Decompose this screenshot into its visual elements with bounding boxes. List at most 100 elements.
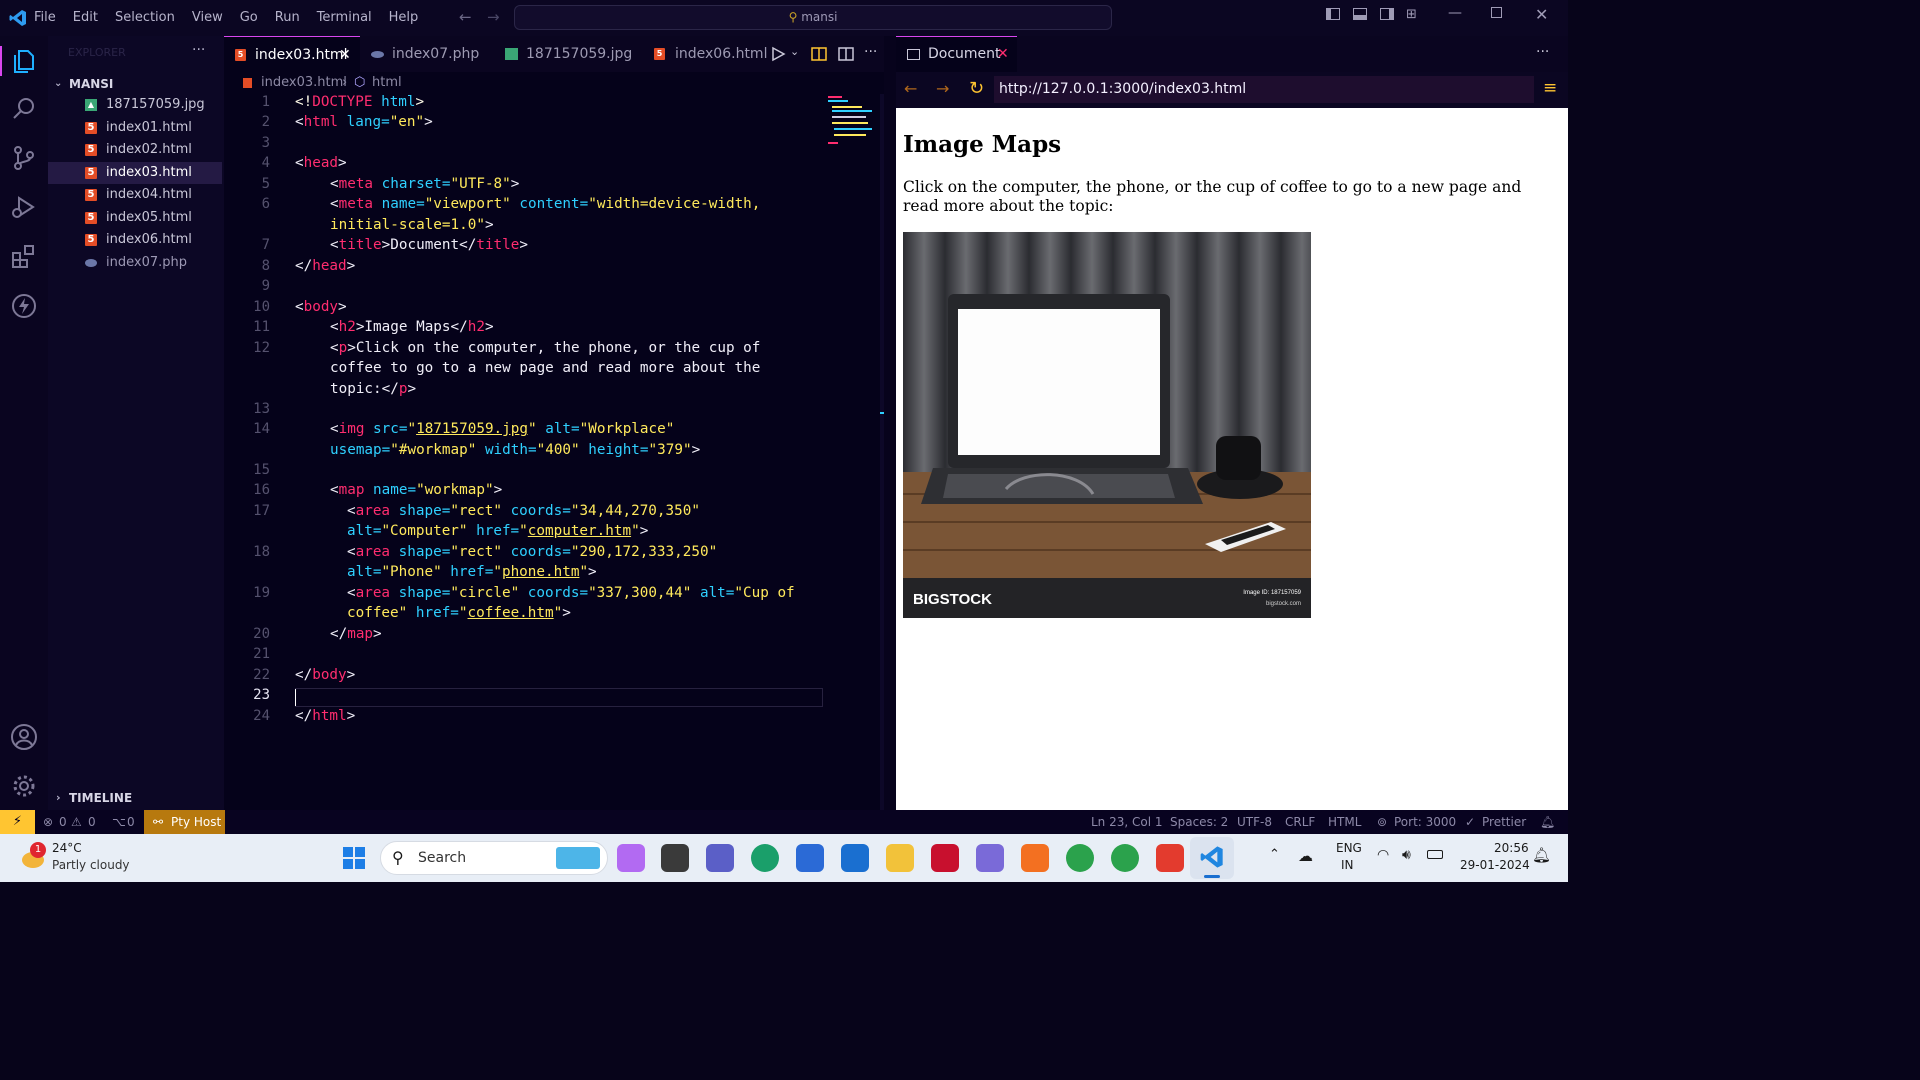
account-icon[interactable] bbox=[10, 723, 38, 751]
explorer-icon[interactable] bbox=[10, 47, 38, 75]
url-bar[interactable]: http://127.0.0.1:3000/index03.html bbox=[994, 76, 1534, 103]
customize-layout-icon[interactable]: ⊞ bbox=[1406, 7, 1417, 22]
app-icon[interactable] bbox=[976, 844, 1004, 872]
windows-start-icon[interactable] bbox=[342, 846, 366, 870]
taskbar-search[interactable]: ⚲ Search bbox=[380, 841, 608, 875]
wifi-icon[interactable]: ◠ bbox=[1377, 847, 1389, 863]
open-preview-icon[interactable] bbox=[811, 46, 827, 62]
chrome-profile-icon[interactable] bbox=[1066, 844, 1094, 872]
vscode-taskbar-active[interactable] bbox=[1190, 837, 1234, 879]
error-count[interactable]: 0 bbox=[59, 810, 67, 834]
mcafee-icon[interactable] bbox=[931, 844, 959, 872]
wps-office-icon[interactable] bbox=[1156, 844, 1184, 872]
file-item[interactable]: 5 index02.html bbox=[48, 139, 222, 161]
toggle-secondary-sidebar-icon[interactable] bbox=[1380, 8, 1394, 20]
prettier-status[interactable]: Prettier bbox=[1482, 810, 1526, 834]
command-center[interactable]: ⚲ mansi bbox=[514, 5, 1112, 30]
search-icon[interactable] bbox=[10, 95, 38, 123]
extensions-icon[interactable] bbox=[10, 243, 38, 271]
folder-header[interactable]: ⌄ MANSI bbox=[48, 74, 224, 94]
restore-icon[interactable] bbox=[1491, 7, 1502, 18]
more-actions-icon[interactable]: ··· bbox=[1536, 44, 1549, 60]
file-item[interactable]: ▲ 187157059.jpg bbox=[48, 94, 222, 116]
scrollbar[interactable] bbox=[880, 94, 884, 810]
remote-indicator-icon[interactable]: ⚡ bbox=[0, 810, 35, 834]
tab-index06[interactable]: 5 index06.html bbox=[644, 36, 767, 72]
sash[interactable] bbox=[884, 36, 896, 810]
timeline-header[interactable]: › TIMELINE bbox=[48, 788, 224, 808]
warning-count[interactable]: 0 bbox=[88, 810, 96, 834]
menu-go[interactable]: Go bbox=[240, 10, 258, 25]
thunder-client-icon[interactable] bbox=[10, 292, 38, 320]
tab-index07[interactable]: index07.php bbox=[361, 36, 494, 72]
weather-widget[interactable]: 1 bbox=[18, 842, 48, 872]
edge-icon[interactable] bbox=[751, 844, 779, 872]
weather-temp[interactable]: 24°C bbox=[52, 841, 82, 855]
workplace-image[interactable]: BIGSTOCK Image ID: 187157059 bigstock.co… bbox=[903, 232, 1311, 618]
clock-time[interactable]: 20:56 bbox=[1494, 841, 1529, 855]
more-actions-icon[interactable]: ··· bbox=[192, 42, 205, 58]
live-server-port[interactable]: Port: 3000 bbox=[1394, 810, 1456, 834]
tab-image[interactable]: 187157059.jpg bbox=[495, 36, 635, 72]
back-arrow-icon[interactable]: ← bbox=[459, 8, 472, 26]
toggle-panel-icon[interactable] bbox=[1353, 8, 1367, 20]
hamburger-menu-icon[interactable]: ≡ bbox=[1543, 78, 1557, 98]
weather-desc[interactable]: Partly cloudy bbox=[52, 858, 130, 872]
warnings-icon[interactable]: ⚠ bbox=[71, 810, 82, 834]
chevron-down-icon[interactable]: ⌄ bbox=[790, 45, 799, 58]
back-arrow-icon[interactable]: ← bbox=[904, 79, 917, 98]
menu-selection[interactable]: Selection bbox=[115, 10, 175, 25]
menu-file[interactable]: File bbox=[34, 10, 56, 25]
menu-view[interactable]: View bbox=[192, 10, 223, 25]
ports-count[interactable]: 0 bbox=[127, 810, 135, 834]
menu-help[interactable]: Help bbox=[389, 10, 419, 25]
language-mode[interactable]: HTML bbox=[1328, 810, 1361, 834]
notifications-bell-icon[interactable]: 🔔︎ bbox=[1540, 810, 1555, 834]
source-control-icon[interactable] bbox=[10, 144, 38, 172]
store-icon[interactable] bbox=[796, 844, 824, 872]
code-editor[interactable]: 1 2 3 4 5 6 7 8 9 10 11 12 13 14 15 16 1… bbox=[224, 94, 884, 810]
errors-icon[interactable]: ⊗ bbox=[43, 810, 53, 834]
copilot-icon[interactable] bbox=[617, 844, 645, 872]
split-editor-icon[interactable] bbox=[838, 46, 854, 62]
clock-date[interactable]: 29-01-2024 bbox=[1460, 858, 1530, 872]
indentation[interactable]: Spaces: 2 bbox=[1170, 810, 1228, 834]
close-tab-icon[interactable]: ✕ bbox=[997, 46, 1009, 62]
tab-document[interactable]: Document ✕ bbox=[896, 36, 1017, 72]
file-item[interactable]: 5 index06.html bbox=[48, 229, 222, 251]
chevron-up-icon[interactable]: ⌃ bbox=[1269, 847, 1280, 862]
line-ending[interactable]: CRLF bbox=[1285, 810, 1315, 834]
minimap[interactable] bbox=[828, 94, 878, 154]
teams-icon[interactable] bbox=[706, 844, 734, 872]
minimize-icon[interactable]: — bbox=[1448, 5, 1462, 21]
tab-index03[interactable]: 5 index03.html ✕ bbox=[224, 36, 360, 72]
file-item[interactable]: 5 index01.html bbox=[48, 117, 222, 139]
task-view-icon[interactable] bbox=[661, 844, 689, 872]
volume-icon[interactable]: 🔊︎ bbox=[1402, 847, 1411, 863]
encoding[interactable]: UTF-8 bbox=[1237, 810, 1272, 834]
ports-icon[interactable]: ⌥ bbox=[112, 810, 126, 834]
toggle-sidebar-icon[interactable] bbox=[1326, 8, 1340, 20]
notification-bell-icon[interactable]: 🔔︎ bbox=[1532, 846, 1551, 864]
cursor-position[interactable]: Ln 23, Col 1 bbox=[1091, 810, 1163, 834]
file-item[interactable]: 5 index04.html bbox=[48, 184, 222, 206]
forward-arrow-icon[interactable]: → bbox=[936, 79, 949, 98]
close-tab-icon[interactable]: ✕ bbox=[339, 37, 351, 73]
language-primary[interactable]: ENG bbox=[1336, 841, 1362, 855]
run-debug-icon[interactable] bbox=[10, 193, 38, 221]
run-file-icon[interactable] bbox=[770, 46, 786, 62]
settings-gear-icon[interactable] bbox=[10, 772, 38, 800]
menu-edit[interactable]: Edit bbox=[73, 10, 98, 25]
file-item-selected[interactable]: 5 index03.html bbox=[48, 162, 222, 184]
forward-arrow-icon[interactable]: → bbox=[487, 8, 500, 26]
language-secondary[interactable]: IN bbox=[1341, 858, 1354, 872]
file-item[interactable]: index07.php bbox=[48, 252, 222, 274]
reload-icon[interactable]: ↻ bbox=[969, 78, 984, 99]
file-explorer-icon[interactable] bbox=[886, 844, 914, 872]
close-window-icon[interactable]: ✕ bbox=[1535, 5, 1548, 24]
onedrive-icon[interactable]: ☁ bbox=[1298, 847, 1313, 865]
mail-icon[interactable] bbox=[841, 844, 869, 872]
chrome-icon[interactable] bbox=[1111, 844, 1139, 872]
more-actions-icon[interactable]: ··· bbox=[864, 44, 877, 60]
pty-host-badge[interactable]: ⚯ Pty Host bbox=[144, 810, 225, 834]
